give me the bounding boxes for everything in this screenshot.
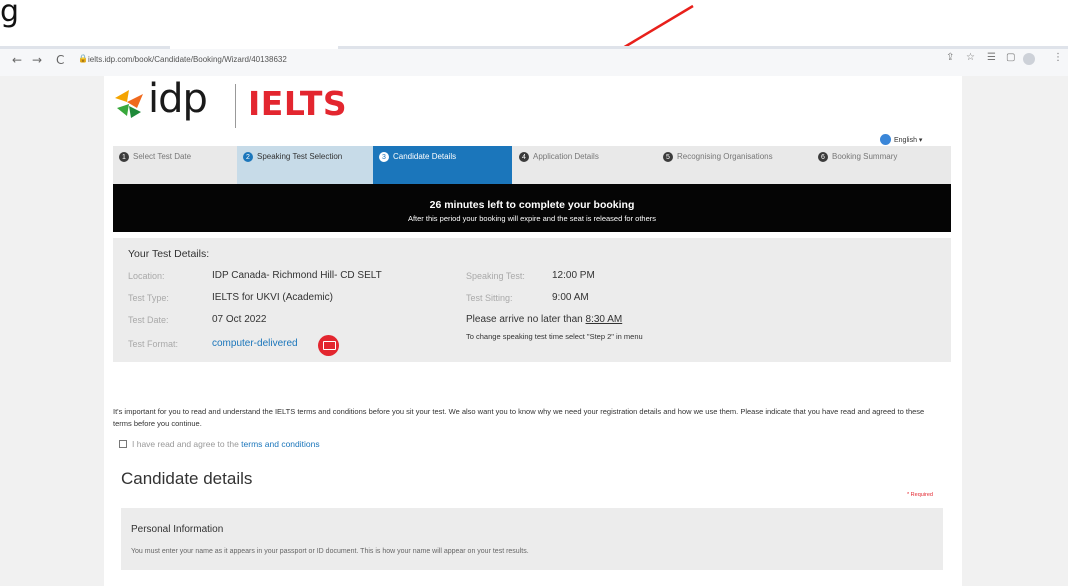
computer-delivered-icon	[318, 335, 339, 356]
idp-logo[interactable]: idp	[113, 76, 233, 128]
test-type-value: IELTS for UKVI (Academic)	[212, 292, 333, 303]
back-icon[interactable]: ←	[12, 53, 22, 67]
step-select-test-date[interactable]: 1 Select Test Date	[119, 146, 237, 184]
personal-information-panel: Personal Information You must enter your…	[121, 508, 943, 570]
globe-icon	[880, 134, 891, 145]
speaking-test-label: Speaking Test:	[466, 271, 525, 281]
terms-checkbox[interactable]	[119, 440, 127, 448]
arrival-note: Please arrive no later than 8:30 AM	[466, 314, 623, 325]
caption-letter: g	[0, 0, 20, 29]
test-sitting-value: 9:00 AM	[552, 292, 589, 303]
required-note: * Required	[907, 492, 933, 498]
profile-icon[interactable]	[1023, 53, 1035, 65]
arrival-time: 8:30 AM	[585, 314, 623, 325]
test-sitting-label: Test Sitting:	[466, 293, 513, 303]
personal-information-title: Personal Information	[131, 524, 224, 535]
terms-link[interactable]: terms and conditions	[241, 439, 319, 449]
step-recognising-organisations[interactable]: 5 Recognising Organisations	[663, 146, 803, 184]
booking-steps-nav: 1 Select Test Date 2 Speaking Test Selec…	[113, 146, 951, 184]
terms-agreement: I have read and agree to the terms and c…	[119, 439, 320, 449]
speaking-test-value: 12:00 PM	[552, 270, 595, 281]
countdown-subtitle: After this period your booking will expi…	[407, 214, 657, 223]
idp-logo-text: idp	[148, 76, 208, 122]
countdown-title: 26 minutes left to complete your booking	[429, 199, 635, 211]
terms-agreement-label: I have read and agree to the terms and c…	[132, 439, 320, 449]
location-value: IDP Canada- Richmond Hill- CD SELT	[212, 270, 382, 281]
step-application-details[interactable]: 4 Application Details	[519, 146, 649, 184]
browser-tab[interactable]	[170, 43, 338, 49]
step-candidate-details[interactable]: 3 Candidate Details	[373, 146, 512, 184]
address-bar[interactable]: ielts.idp.com/book/Candidate/Booking/Wiz…	[88, 55, 287, 64]
logo-divider	[235, 84, 236, 128]
test-date-value: 07 Oct 2022	[212, 314, 267, 325]
countdown-banner: 26 minutes left to complete your booking…	[113, 184, 951, 232]
test-format-link[interactable]: computer-delivered	[212, 338, 298, 349]
idp-logo-mark-icon	[115, 90, 143, 118]
test-date-label: Test Date:	[128, 315, 169, 325]
ielts-logo[interactable]: IELTS	[248, 84, 347, 123]
reload-icon[interactable]: C	[56, 53, 64, 67]
test-format-label: Test Format:	[128, 339, 179, 349]
change-speaking-note: To change speaking test time select "Ste…	[466, 332, 643, 341]
step-booking-summary[interactable]: 6 Booking Summary	[818, 146, 938, 184]
terms-intro-text: It's important for you to read and under…	[113, 407, 925, 428]
personal-information-note: You must enter your name as it appears i…	[131, 548, 529, 555]
sidepanel-icon[interactable]: ▢	[1006, 52, 1015, 63]
language-selector[interactable]: English ▾	[880, 134, 922, 145]
lock-icon[interactable]: 🔒	[78, 54, 88, 63]
star-icon[interactable]: ☆	[966, 52, 975, 63]
menu-icon[interactable]: ⋮	[1053, 52, 1063, 63]
language-label: English ▾	[894, 136, 923, 144]
candidate-details-title: Candidate details	[121, 469, 253, 488]
reading-list-icon[interactable]: ☰	[987, 52, 996, 63]
test-type-label: Test Type:	[128, 293, 169, 303]
forward-icon[interactable]: →	[32, 53, 42, 67]
share-icon[interactable]: ⇪	[946, 52, 954, 63]
test-details-title: Your Test Details:	[128, 248, 210, 260]
location-label: Location:	[128, 271, 165, 281]
step-speaking-test-selection[interactable]: 2 Speaking Test Selection	[237, 146, 373, 184]
